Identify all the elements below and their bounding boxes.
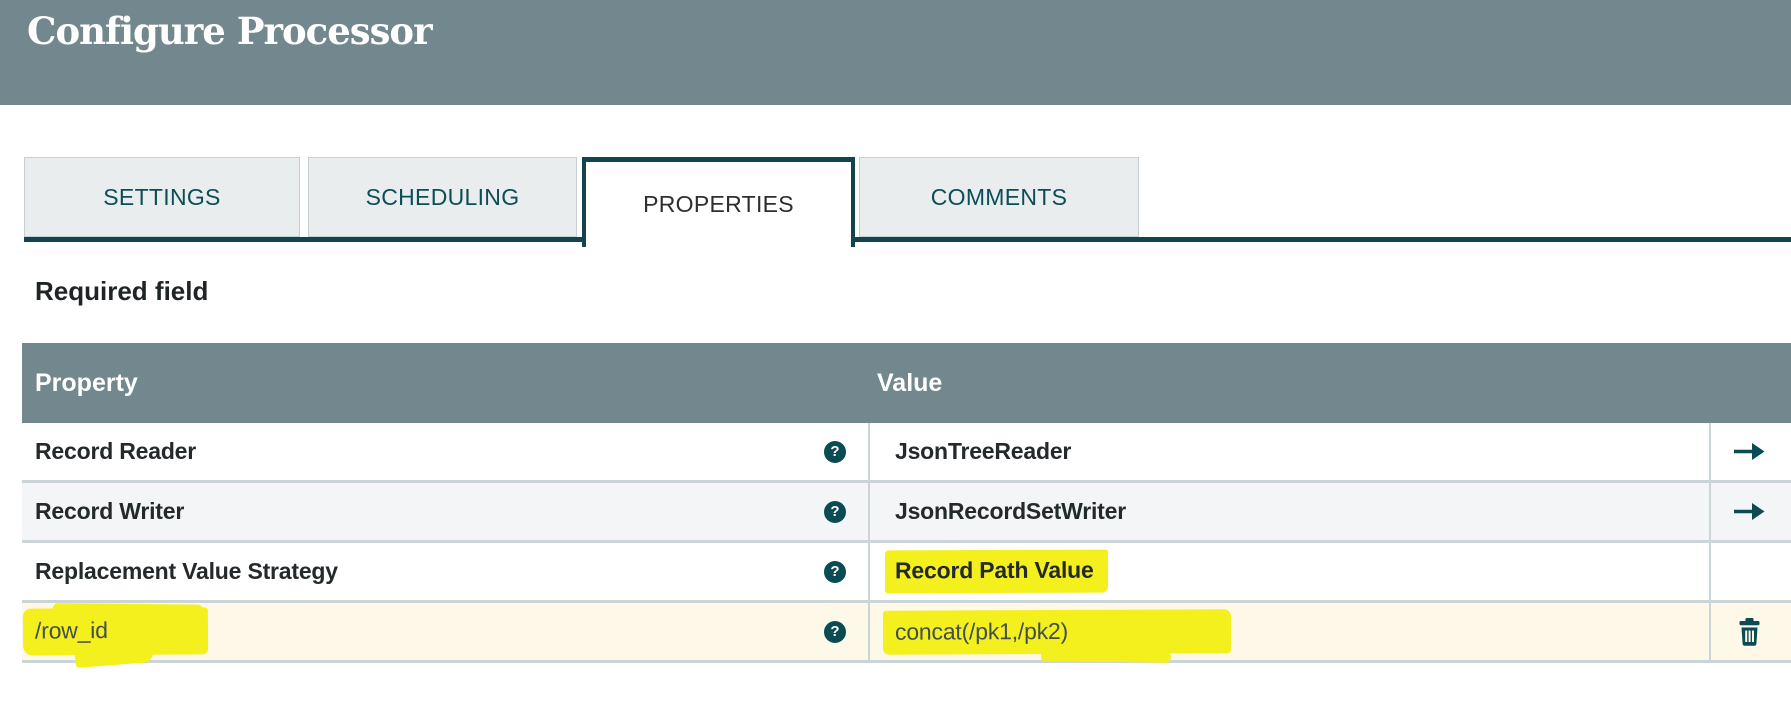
- highlighted-property-name: /row_id: [22, 607, 209, 656]
- property-value-cell[interactable]: JsonTreeReader: [870, 423, 1711, 480]
- property-name-cell: /row_id ?: [22, 603, 870, 660]
- property-name-cell: Record Writer ?: [22, 483, 870, 540]
- property-name: Record Reader: [35, 438, 197, 464]
- configure-processor-dialog: Configure Processor SETTINGS SCHEDULING …: [0, 0, 1791, 713]
- row-action-cell: [1711, 423, 1787, 480]
- tab-underline: [24, 237, 1791, 242]
- property-row-row-id: /row_id ? concat(/pk1,/pk2): [22, 603, 1791, 663]
- tab-scheduling-label: SCHEDULING: [365, 183, 520, 210]
- go-to-service-arrow-icon[interactable]: [1733, 443, 1765, 460]
- tab-scheduling[interactable]: SCHEDULING: [308, 157, 577, 237]
- row-action-cell: [1711, 483, 1787, 540]
- property-name-cell: Record Reader ?: [22, 423, 870, 480]
- tab-properties-label: PROPERTIES: [643, 191, 794, 217]
- help-icon[interactable]: ?: [824, 560, 846, 583]
- dialog-header: Configure Processor: [0, 0, 1791, 105]
- property-row-record-writer: Record Writer ? JsonRecordSetWriter: [22, 483, 1791, 543]
- row-action-cell: [1711, 603, 1787, 660]
- table-header-row: Property Value: [22, 343, 1791, 423]
- help-icon[interactable]: ?: [824, 500, 846, 523]
- property-name: Replacement Value Strategy: [35, 558, 338, 584]
- property-name: Record Writer: [35, 498, 185, 524]
- row-action-cell: [1711, 543, 1787, 600]
- tab-comments[interactable]: COMMENTS: [859, 157, 1139, 237]
- property-value: JsonRecordSetWriter: [895, 498, 1126, 524]
- property-row-record-reader: Record Reader ? JsonTreeReader: [22, 423, 1791, 483]
- highlighted-property-value: Record Path Value: [884, 549, 1108, 594]
- property-name-cell: Replacement Value Strategy ?: [22, 543, 870, 600]
- go-to-service-arrow-icon[interactable]: [1733, 503, 1765, 520]
- tab-settings[interactable]: SETTINGS: [24, 157, 300, 237]
- property-row-replacement-value-strategy: Replacement Value Strategy ? Record Path…: [22, 543, 1791, 603]
- required-field-note: Required field: [35, 276, 209, 306]
- property-value-cell[interactable]: concat(/pk1,/pk2): [870, 603, 1711, 660]
- property-value: JsonTreeReader: [895, 438, 1072, 464]
- tab-settings-label: SETTINGS: [103, 183, 221, 210]
- help-icon[interactable]: ?: [824, 620, 846, 643]
- tab-properties[interactable]: PROPERTIES: [582, 157, 855, 247]
- help-icon[interactable]: ?: [824, 440, 846, 463]
- property-value-cell[interactable]: Record Path Value: [870, 543, 1711, 600]
- tab-bar: SETTINGS SCHEDULING PROPERTIES COMMENTS: [24, 157, 1791, 249]
- highlighted-property-value: concat(/pk1,/pk2): [882, 608, 1232, 655]
- delete-property-trash-icon[interactable]: [1737, 617, 1762, 646]
- tab-comments-label: COMMENTS: [930, 183, 1068, 210]
- dialog-title: Configure Processor: [27, 9, 433, 53]
- value-column-header: Value: [877, 368, 943, 397]
- property-value-cell[interactable]: JsonRecordSetWriter: [870, 483, 1711, 540]
- properties-table: Property Value Record Reader ? JsonTreeR…: [22, 343, 1791, 663]
- property-column-header: Property: [35, 368, 138, 397]
